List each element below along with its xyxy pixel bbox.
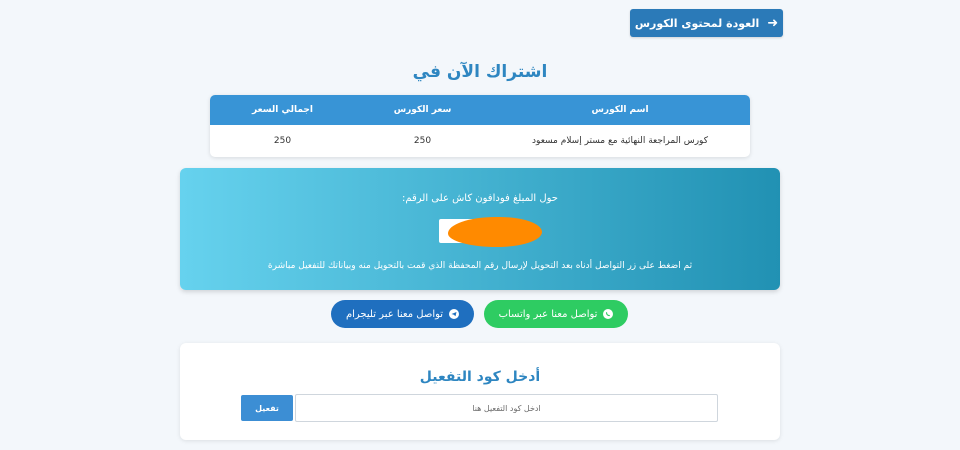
arrow-right-icon: ➜ bbox=[767, 15, 779, 31]
page-title: اشتراك الآن في bbox=[412, 62, 548, 82]
telegram-icon bbox=[449, 309, 460, 319]
activate-button[interactable]: تفعيل bbox=[241, 395, 293, 421]
total-price-cell: 250 bbox=[273, 136, 292, 146]
subscription-page: ➜ العودة لمحتوى الكورس اشتراك الآن في اس… bbox=[0, 0, 960, 450]
telegram-button-label: تواصل معنا عبر تليجرام bbox=[345, 308, 444, 320]
whatsapp-icon bbox=[603, 309, 614, 319]
whatsapp-contact-button[interactable]: تواصل معنا عبر واتساب bbox=[484, 300, 628, 328]
telegram-contact-button[interactable]: تواصل معنا عبر تليجرام bbox=[331, 300, 474, 328]
payment-instructions-card: حول المبلغ فودافون كاش على الرقم: ثم اضغ… bbox=[180, 168, 780, 290]
course-name-cell: كورس المراجعة النهائية مع مستر إسلام مسع… bbox=[532, 136, 708, 146]
activation-code-input[interactable] bbox=[295, 394, 718, 422]
payment-instruction: حول المبلغ فودافون كاش على الرقم: bbox=[401, 193, 558, 204]
column-header-course-price: سعر الكورس bbox=[393, 105, 452, 115]
whatsapp-button-label: تواصل معنا عبر واتساب bbox=[498, 308, 598, 320]
activation-title: أدخل كود التفعيل bbox=[419, 369, 541, 385]
table-header-row: اسم الكورس سعر الكورس اجمالي السعر bbox=[210, 95, 750, 125]
course-table: اسم الكورس سعر الكورس اجمالي السعر كورس … bbox=[210, 95, 750, 157]
back-button-label: العودة لمحتوى الكورس bbox=[634, 16, 760, 30]
table-row: كورس المراجعة النهائية مع مستر إسلام مسع… bbox=[210, 125, 750, 157]
back-to-course-button[interactable]: ➜ العودة لمحتوى الكورس bbox=[630, 9, 783, 37]
payment-note: ثم اضغط على زر التواصل أدناه بعد التحويل… bbox=[267, 261, 693, 271]
column-header-course-name: اسم الكورس bbox=[591, 105, 649, 115]
column-header-total-price: اجمالي السعر bbox=[252, 105, 313, 115]
activation-card: أدخل كود التفعيل تفعيل bbox=[180, 343, 780, 440]
course-price-cell: 250 bbox=[413, 136, 432, 146]
redaction-scribble bbox=[448, 217, 542, 247]
